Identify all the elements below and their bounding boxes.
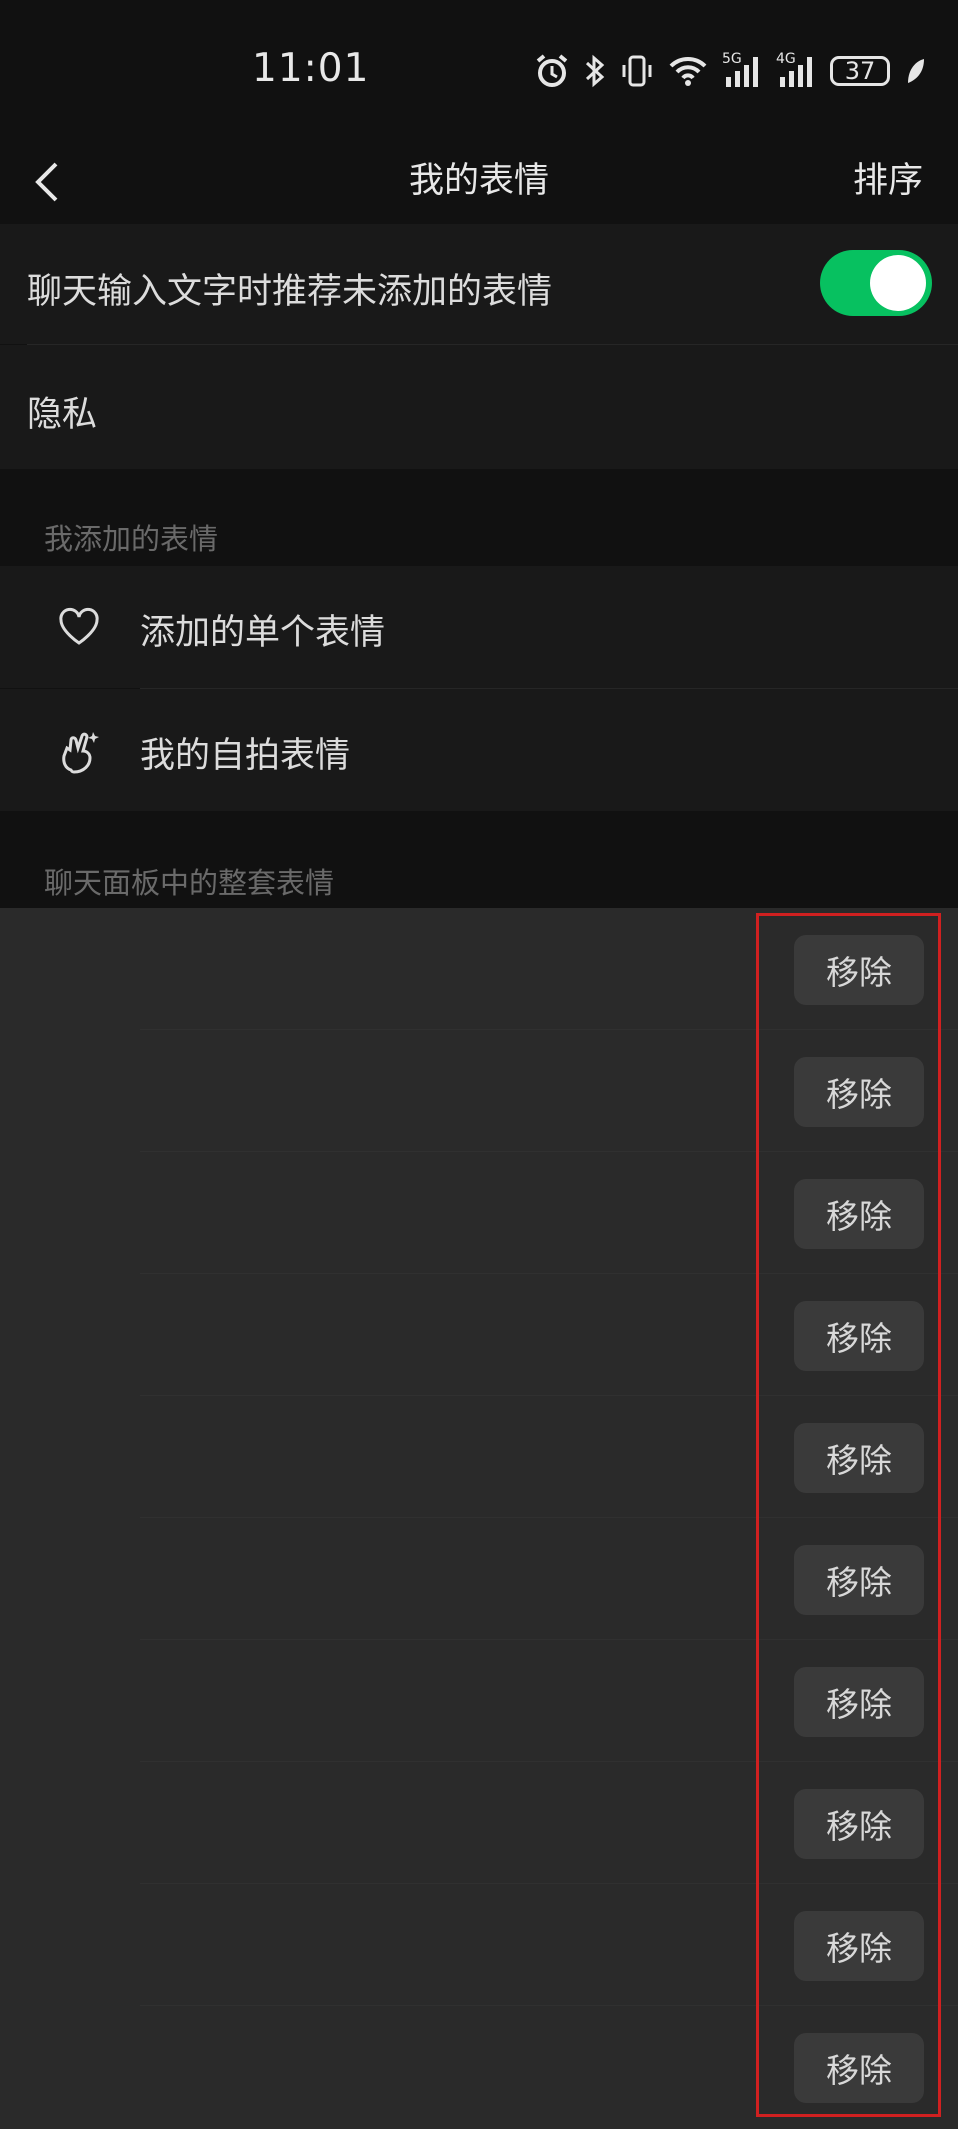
- battery-level: 37: [844, 57, 876, 85]
- privacy-row[interactable]: 隐私: [0, 345, 958, 469]
- sort-button[interactable]: 排序: [853, 152, 923, 203]
- remove-button[interactable]: 移除: [794, 1911, 924, 1981]
- list-item: 移除: [0, 1762, 958, 1884]
- bluetooth-icon: [584, 53, 606, 89]
- list-item-single-stickers[interactable]: 添加的单个表情: [0, 566, 958, 688]
- list-item: 移除: [0, 1396, 958, 1518]
- section-header-packs: 聊天面板中的整套表情: [44, 866, 335, 900]
- alarm-icon: [534, 53, 570, 89]
- remove-button[interactable]: 移除: [794, 1667, 924, 1737]
- list-item: 移除: [0, 1274, 958, 1396]
- remove-button[interactable]: 移除: [794, 935, 924, 1005]
- nav-bar: 我的表情 排序: [0, 140, 958, 224]
- remove-button[interactable]: 移除: [794, 1057, 924, 1127]
- list-item-selfie-stickers[interactable]: 我的自拍表情: [0, 689, 958, 811]
- status-bar: 11:01 5G 4G 37: [0, 0, 958, 140]
- vibrate-icon: [620, 53, 654, 89]
- list-item: 移除: [0, 1640, 958, 1762]
- remove-button[interactable]: 移除: [794, 1179, 924, 1249]
- wifi-icon: [668, 55, 708, 87]
- recommend-row[interactable]: 聊天输入文字时推荐未添加的表情: [0, 224, 958, 344]
- list-item: 移除: [0, 2006, 958, 2128]
- selfie-hand-icon: [55, 726, 103, 774]
- 5g-signal-icon: 5G: [722, 51, 762, 89]
- list-item: 移除: [0, 1152, 958, 1274]
- privacy-label: 隐私: [27, 395, 98, 435]
- list-item-label: 我的自拍表情: [140, 736, 351, 776]
- list-item: 移除: [0, 1030, 958, 1152]
- toggle-knob: [870, 255, 926, 311]
- list-item: 移除: [0, 908, 958, 1030]
- 4g-signal-icon: 4G: [776, 51, 816, 89]
- list-item: 移除: [0, 1884, 958, 2006]
- remove-button[interactable]: 移除: [794, 2033, 924, 2103]
- list-item-label: 添加的单个表情: [140, 613, 386, 653]
- page-title: 我的表情: [408, 161, 549, 201]
- remove-button[interactable]: 移除: [794, 1789, 924, 1859]
- heart-icon: [55, 603, 103, 651]
- recommend-label: 聊天输入文字时推荐未添加的表情: [27, 272, 553, 312]
- status-time: 11:01: [252, 46, 370, 91]
- battery-icon: 37: [830, 56, 890, 86]
- remove-button[interactable]: 移除: [794, 1545, 924, 1615]
- section-header-added: 我添加的表情: [44, 522, 219, 556]
- remove-button[interactable]: 移除: [794, 1301, 924, 1371]
- remove-button[interactable]: 移除: [794, 1423, 924, 1493]
- status-icons: 5G 4G 37: [534, 50, 928, 92]
- sticker-pack-list: 移除 移除 移除 移除 移除 移除 移除 移除 移除 移除: [0, 908, 958, 2129]
- list-item: 移除: [0, 1518, 958, 1640]
- leaf-icon: [904, 55, 928, 87]
- recommend-toggle[interactable]: [820, 250, 932, 316]
